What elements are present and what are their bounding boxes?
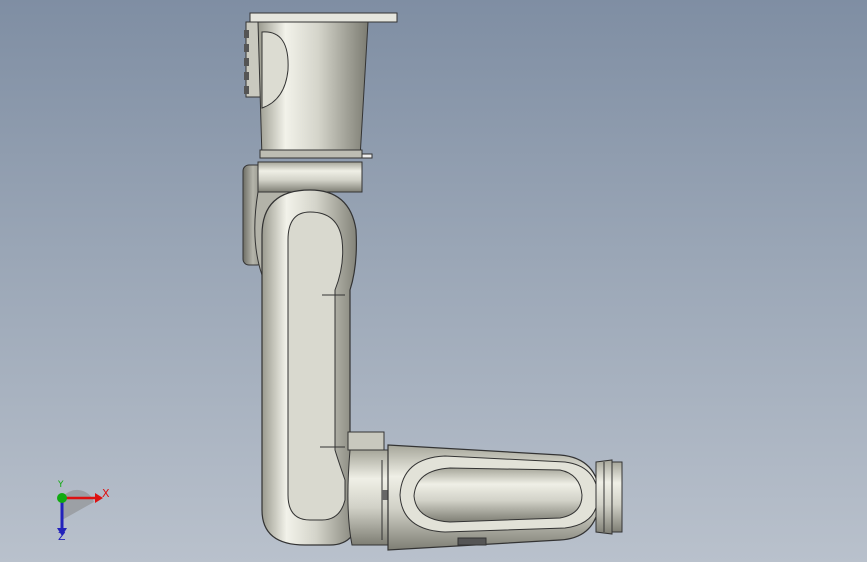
forearm-link: [387, 444, 601, 551]
base-cylinder: [257, 21, 373, 159]
elbow-housing: [347, 431, 389, 546]
graphics-viewport[interactable]: X Y Z: [0, 0, 867, 562]
orientation-triad: X Y Z: [40, 480, 120, 550]
z-axis-label: Z: [58, 530, 66, 543]
triad-plane-shadow: [62, 489, 94, 520]
upper-arm-link: [261, 189, 361, 546]
wrist-flange: [595, 459, 623, 535]
y-axis-label: Y: [58, 480, 64, 490]
y-axis-dot-icon: [57, 493, 67, 503]
x-axis-label: X: [102, 487, 110, 500]
robot-arm-model[interactable]: [0, 0, 867, 562]
